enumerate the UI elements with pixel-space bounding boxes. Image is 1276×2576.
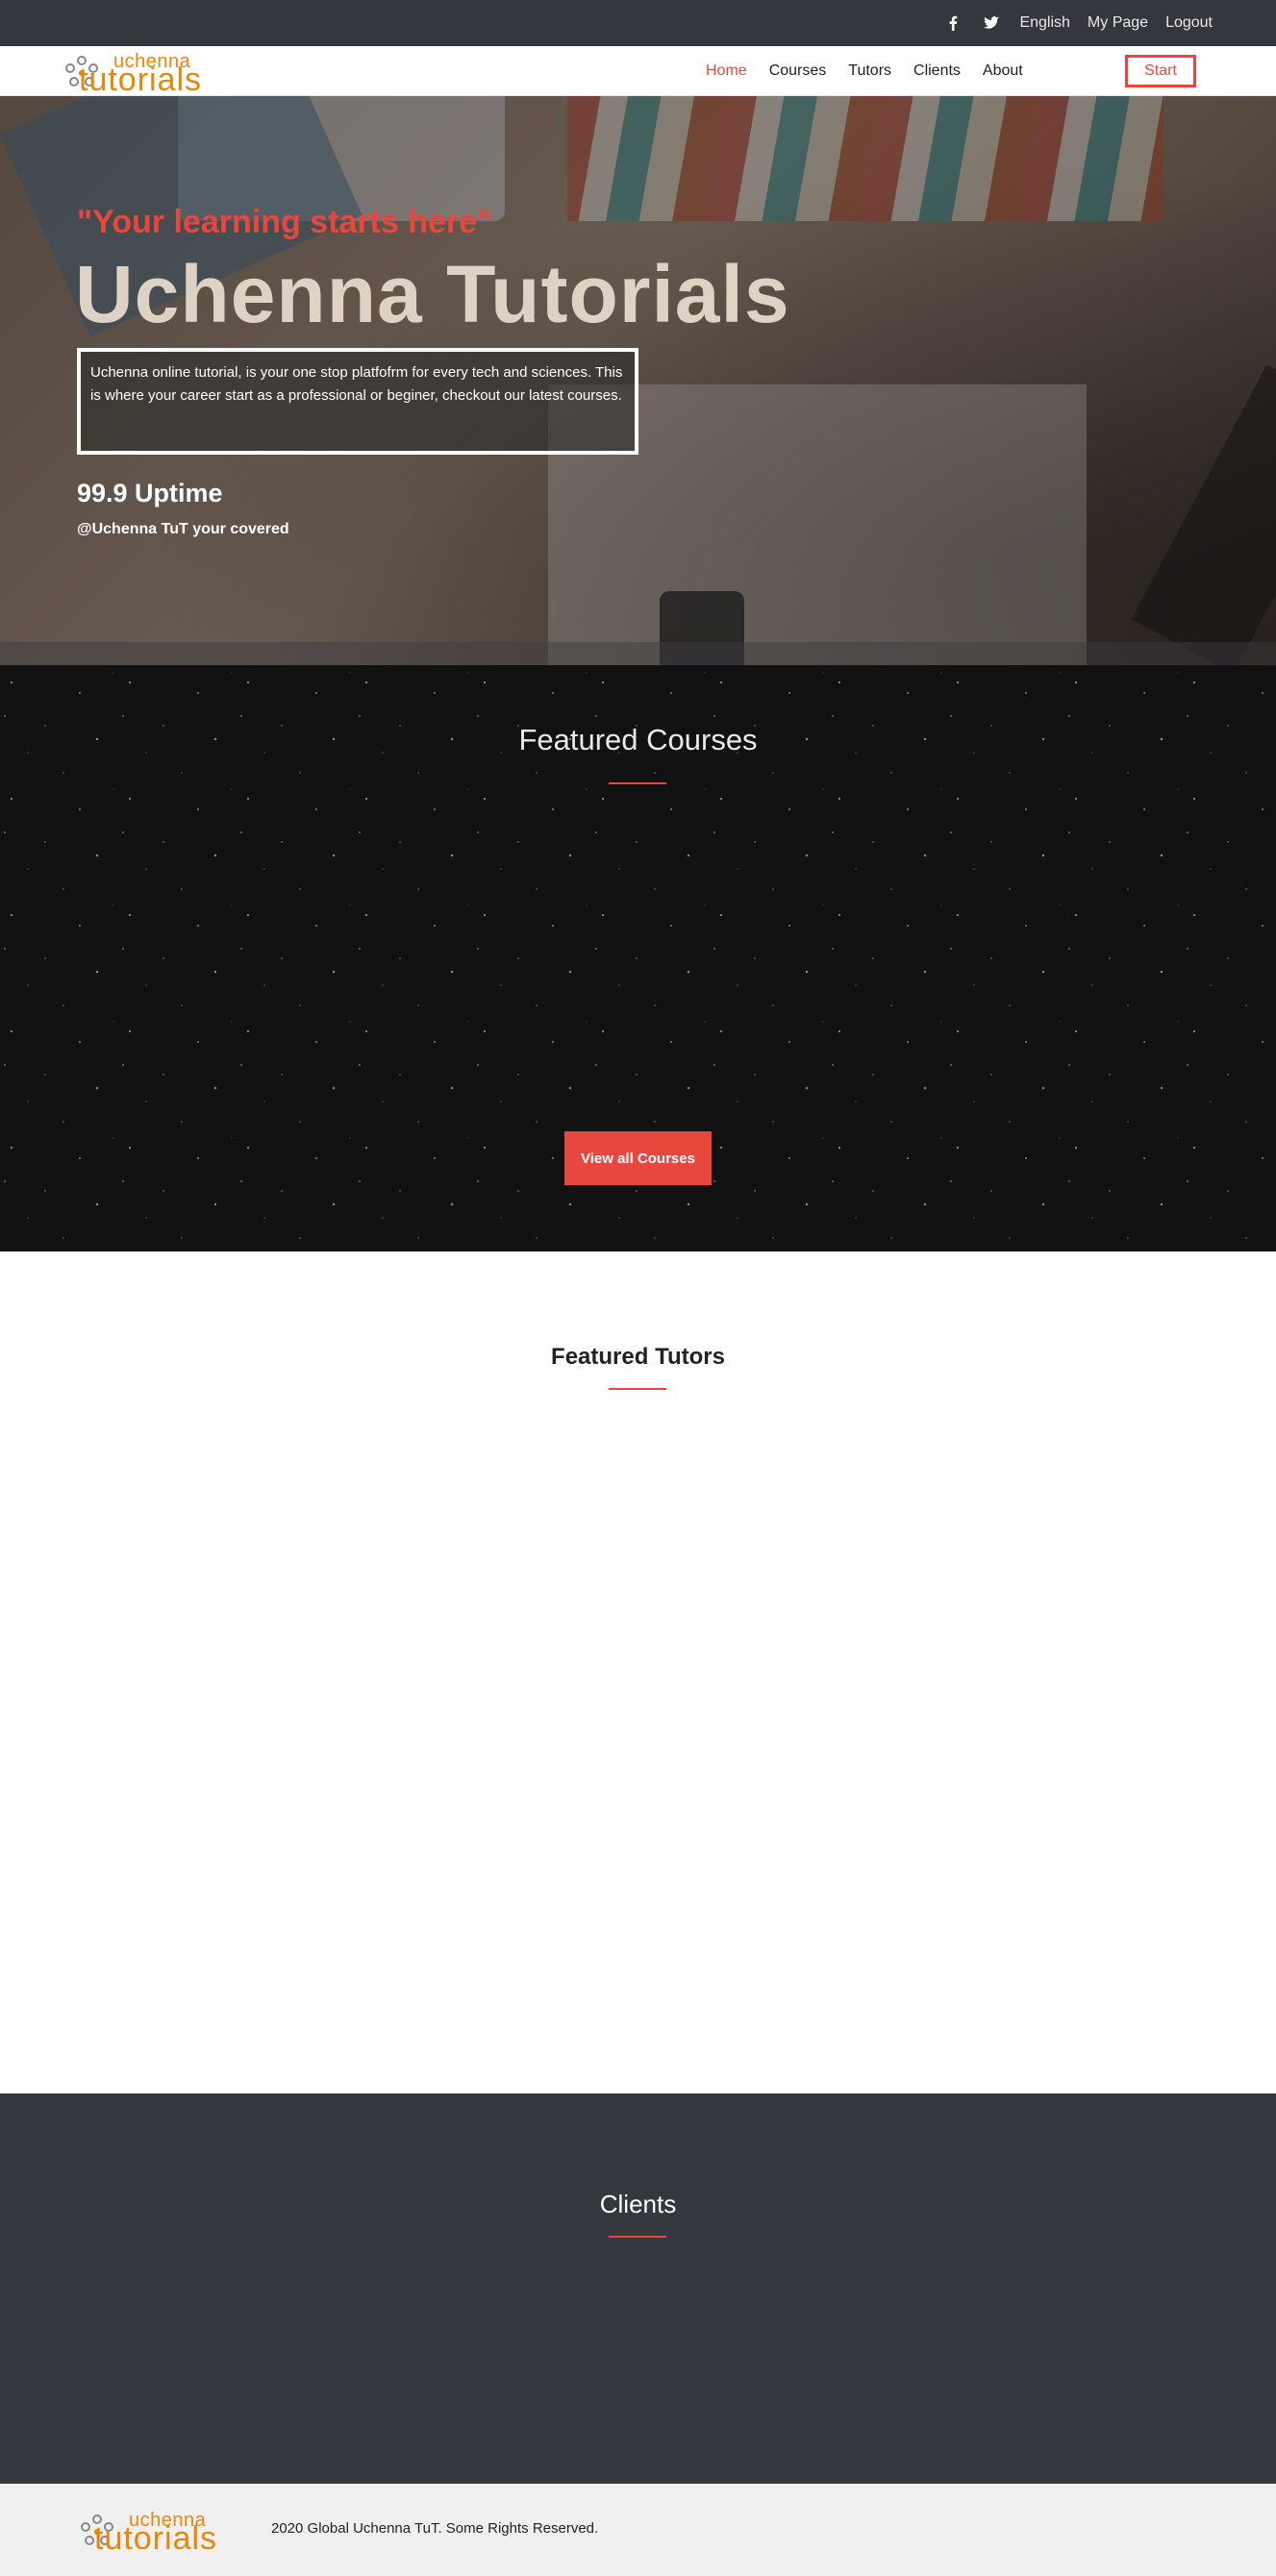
language-link[interactable]: English — [1019, 14, 1069, 32]
logo-text-bottom: tutorials — [79, 62, 203, 98]
logout-link[interactable]: Logout — [1165, 14, 1213, 32]
nav-links: Home Courses Tutors Clients About — [706, 46, 1023, 96]
footer-logo-text-bottom: tutorials — [94, 2520, 218, 2557]
featured-courses-underline — [609, 782, 666, 784]
top-bar: English My Page Logout — [0, 0, 1276, 46]
twitter-icon[interactable] — [981, 12, 1002, 34]
site-footer: uchenna tutorials 2020 Global Uchenna Tu… — [0, 2484, 1276, 2576]
view-all-courses-button[interactable]: View all Courses — [564, 1131, 712, 1185]
featured-courses-section: Featured Courses View all Courses — [0, 665, 1276, 1251]
nav-item-home[interactable]: Home — [706, 62, 747, 80]
hero-bottom-strip — [0, 642, 1276, 665]
clients-underline — [609, 2236, 666, 2238]
hero-title: Uchenna Tutorials — [75, 249, 790, 339]
my-page-link[interactable]: My Page — [1088, 14, 1148, 32]
hero-description: Uchenna online tutorial, is your one sto… — [77, 348, 638, 455]
clients-section: Clients — [0, 2093, 1276, 2484]
nav-item-about[interactable]: About — [983, 62, 1023, 80]
nav-item-tutors[interactable]: Tutors — [848, 62, 891, 80]
nav-item-clients[interactable]: Clients — [913, 62, 961, 80]
nav-item-courses[interactable]: Courses — [769, 62, 827, 80]
main-navbar: uchenna tutorials Home Courses Tutors Cl… — [0, 46, 1276, 96]
hero-section: "Your learning starts here" Uchenna Tuto… — [0, 96, 1276, 665]
clients-title: Clients — [599, 2190, 677, 2218]
featured-tutors-underline — [609, 1388, 666, 1390]
facebook-icon[interactable] — [942, 12, 963, 34]
footer-logo[interactable]: uchenna tutorials — [81, 2511, 259, 2555]
hero-tagline: "Your learning starts here" — [77, 204, 493, 240]
footer-copyright: 2020 Global Uchenna TuT. Some Rights Res… — [271, 2520, 599, 2537]
featured-tutors-section: Featured Tutors — [0, 1251, 1276, 2093]
featured-courses-title: Featured Courses — [518, 723, 758, 756]
hero-uptime: 99.9 Uptime — [77, 479, 223, 508]
hero-covered-text: @Uchenna TuT your covered — [77, 521, 289, 537]
start-button[interactable]: Start — [1125, 55, 1196, 87]
top-bar-items: English My Page Logout — [942, 0, 1213, 46]
site-logo[interactable]: uchenna tutorials — [65, 52, 243, 96]
featured-tutors-title: Featured Tutors — [551, 1344, 725, 1370]
